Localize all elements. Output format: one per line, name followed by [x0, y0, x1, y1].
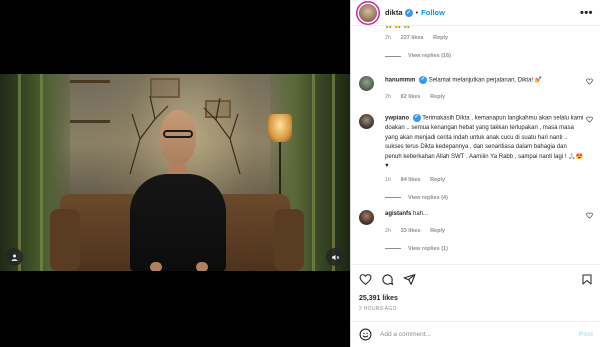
comment-input[interactable]: [380, 331, 579, 338]
heart-icon[interactable]: [586, 78, 593, 85]
comment-body: ywpiano ✓ Terimakasih Dikta , kemanapun …: [385, 114, 585, 172]
avatar[interactable]: [359, 3, 377, 22]
comment-meta: 2h 227 likes Reply: [385, 35, 593, 41]
avatar[interactable]: [359, 76, 374, 91]
comment-username[interactable]: ywpiano: [385, 116, 409, 122]
comment-body: hanummm ✓ Selamat melanjutkan perjalanan…: [385, 76, 593, 86]
comment-likes[interactable]: 82 likes: [401, 94, 421, 100]
replies-line: [385, 197, 401, 199]
post-header: dikta ✓ • Follow •••: [351, 0, 600, 26]
view-replies-button[interactable]: View replies (16): [385, 53, 593, 59]
post-actions: 25,391 likes 2 HOURS AGO: [351, 264, 600, 312]
comments-list[interactable]: 🙏 🙏 🙏 2h 227 likes Reply View replies (1…: [351, 26, 600, 264]
bamboo-stalk: [312, 74, 315, 271]
bookmark-icon[interactable]: [581, 273, 593, 286]
comment-meta: 2h 33 likes Reply: [385, 228, 593, 234]
comment-item: 🙏 🙏 🙏 2h 227 likes Reply View replies (1…: [359, 26, 593, 59]
share-icon[interactable]: [403, 273, 416, 286]
emoji-row: 🙏 🙏 🙏: [385, 26, 411, 29]
post-details-panel: dikta ✓ • Follow ••• 🙏 🙏 🙏 2h 227 likes …: [350, 0, 600, 347]
video-person-hand: [150, 262, 162, 271]
comment-meta: 2h 82 likes Reply: [385, 94, 593, 100]
view-replies-button[interactable]: View replies (4): [385, 195, 593, 201]
comment-item: agistanfs hah... 2h 33 likes Reply View …: [359, 210, 593, 252]
post-video[interactable]: [0, 74, 350, 271]
comment-likes[interactable]: 33 likes: [401, 228, 421, 234]
bamboo-stalk: [40, 74, 43, 271]
more-options-icon[interactable]: •••: [580, 7, 593, 19]
verified-badge-icon: ✓: [404, 8, 413, 17]
heart-icon[interactable]: [586, 116, 593, 123]
reply-button[interactable]: Reply: [433, 35, 448, 41]
video-sofa-arm: [50, 209, 80, 271]
comment-likes[interactable]: 84 likes: [401, 177, 421, 183]
comment-time: 2h: [385, 35, 392, 41]
reply-button[interactable]: Reply: [430, 94, 445, 100]
comment-likes[interactable]: 227 likes: [401, 35, 424, 41]
comment-body: agistanfs hah...: [385, 210, 593, 220]
heart-icon[interactable]: [359, 273, 372, 286]
header-separator: •: [415, 8, 419, 17]
video-shelf: [70, 120, 110, 123]
action-row: [359, 271, 593, 287]
view-replies-button[interactable]: View replies (1): [385, 246, 593, 252]
comment-text: hah...: [413, 211, 429, 217]
header-username[interactable]: dikta: [385, 8, 403, 17]
replies-line: [385, 55, 401, 57]
comment-item: hanummm ✓ Selamat melanjutkan perjalanan…: [359, 76, 593, 100]
reply-button[interactable]: Reply: [430, 177, 445, 183]
comment-item: ywpiano ✓ Terimakasih Dikta , kemanapun …: [359, 114, 593, 201]
comment-time: 1h: [385, 176, 392, 183]
view-replies-label: View replies (1): [408, 245, 448, 252]
video-person-hand: [196, 262, 208, 271]
comment-text: Selamat melanjutkan perjalanan, Dikta! 💅: [428, 77, 543, 84]
post-button[interactable]: Post: [579, 331, 593, 338]
post-time: 2 HOURS AGO: [359, 306, 397, 312]
comment-time: 2h: [385, 94, 392, 101]
avatar[interactable]: [359, 114, 374, 129]
likes-count[interactable]: 25,391 likes: [359, 295, 593, 302]
post-media[interactable]: [0, 0, 350, 347]
verified-badge-icon: ✓: [412, 114, 421, 122]
view-replies-label: View replies (16): [408, 53, 452, 59]
verified-badge-icon: ✓: [419, 76, 428, 84]
emoji-icon[interactable]: [359, 328, 372, 341]
reply-button[interactable]: Reply: [430, 228, 445, 234]
mute-icon[interactable]: [326, 248, 344, 266]
comment-time: 2h: [385, 227, 392, 234]
comment-meta: 1h 84 likes Reply: [385, 177, 593, 183]
user-tag-icon[interactable]: [5, 248, 23, 266]
video-sofa-arm: [274, 209, 304, 271]
bamboo-stalk: [332, 74, 335, 271]
comment-username[interactable]: agistanfs: [385, 211, 411, 217]
avatar[interactable]: [359, 210, 374, 225]
video-lamp: [268, 114, 292, 142]
follow-button[interactable]: Follow: [421, 8, 445, 17]
replies-line: [385, 248, 401, 249]
video-person-glasses: [163, 130, 193, 138]
view-replies-label: View replies (4): [408, 194, 448, 201]
heart-icon[interactable]: [586, 212, 593, 219]
video-person-body: [130, 174, 226, 271]
comment-text: Terimakasih Dikta , kemanapun langkahmu …: [385, 115, 584, 170]
add-comment-bar: Post: [351, 321, 600, 347]
comment-username[interactable]: hanummm: [385, 78, 415, 84]
bamboo-stalk: [18, 74, 21, 271]
comment-icon[interactable]: [381, 273, 394, 286]
video-shelf: [70, 80, 110, 83]
